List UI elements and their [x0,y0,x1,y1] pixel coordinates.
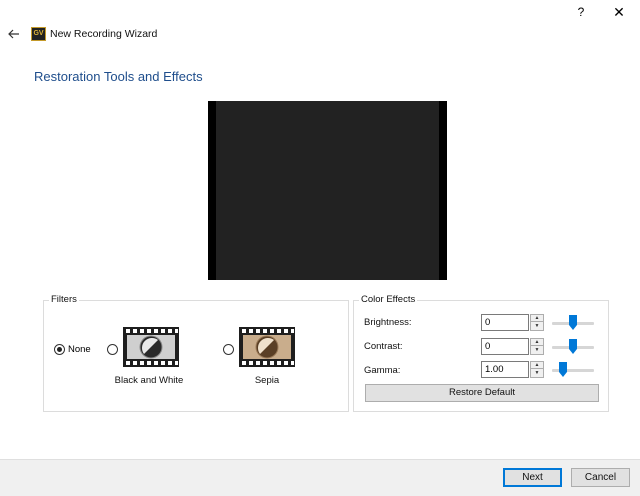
filters-group: Filters None Black and White Sepia [43,294,349,412]
close-button[interactable]: ✕ [610,4,628,20]
contrast-slider-thumb[interactable] [569,339,577,354]
brightness-up-icon[interactable]: ▲ [531,315,543,322]
gamma-slider[interactable] [552,362,594,378]
cancel-button[interactable]: Cancel [571,468,630,487]
filters-group-label: Filters [49,294,79,305]
contrast-stepper[interactable]: 0 ▲ ▼ [481,338,546,355]
contrast-slider[interactable] [552,339,594,355]
filter-bw-thumbnail[interactable] [123,327,179,367]
filter-bw-radio[interactable] [107,344,118,355]
back-arrow-icon [8,29,19,39]
video-preview-frame [216,101,439,280]
film-sepia-icon [239,327,295,367]
contrast-input[interactable]: 0 [481,338,529,355]
filter-bw-label: Black and White [114,375,184,386]
gamma-stepper[interactable]: 1.00 ▲ ▼ [481,361,546,378]
gamma-label: Gamma: [364,365,401,376]
filter-sepia-radio[interactable] [223,344,234,355]
page-title: Restoration Tools and Effects [34,69,203,84]
gamma-up-icon[interactable]: ▲ [531,362,543,369]
filter-sepia-thumbnail[interactable] [239,327,295,367]
restore-default-button[interactable]: Restore Default [365,384,599,402]
brightness-input[interactable]: 0 [481,314,529,331]
filter-none-label: None [68,344,91,355]
brightness-down-icon[interactable]: ▼ [531,323,543,330]
filter-sepia-label: Sepia [254,375,280,386]
contrast-up-icon[interactable]: ▲ [531,339,543,346]
color-effects-group-label: Color Effects [359,294,418,305]
brightness-stepper[interactable]: 0 ▲ ▼ [481,314,546,331]
brightness-label: Brightness: [364,317,412,328]
gamma-slider-thumb[interactable] [559,362,567,377]
brightness-slider[interactable] [552,315,594,331]
brightness-slider-thumb[interactable] [569,315,577,330]
gamma-down-icon[interactable]: ▼ [531,370,543,377]
filter-none-radio[interactable] [54,344,65,355]
next-button[interactable]: Next [503,468,562,487]
gamma-input[interactable]: 1.00 [481,361,529,378]
app-logo: GV [31,27,46,41]
video-preview [208,101,447,280]
film-black-white-icon [123,327,179,367]
back-button[interactable] [6,26,22,42]
window-title: New Recording Wizard [50,28,158,40]
help-button[interactable]: ? [572,4,590,20]
contrast-down-icon[interactable]: ▼ [531,347,543,354]
contrast-label: Contrast: [364,341,403,352]
